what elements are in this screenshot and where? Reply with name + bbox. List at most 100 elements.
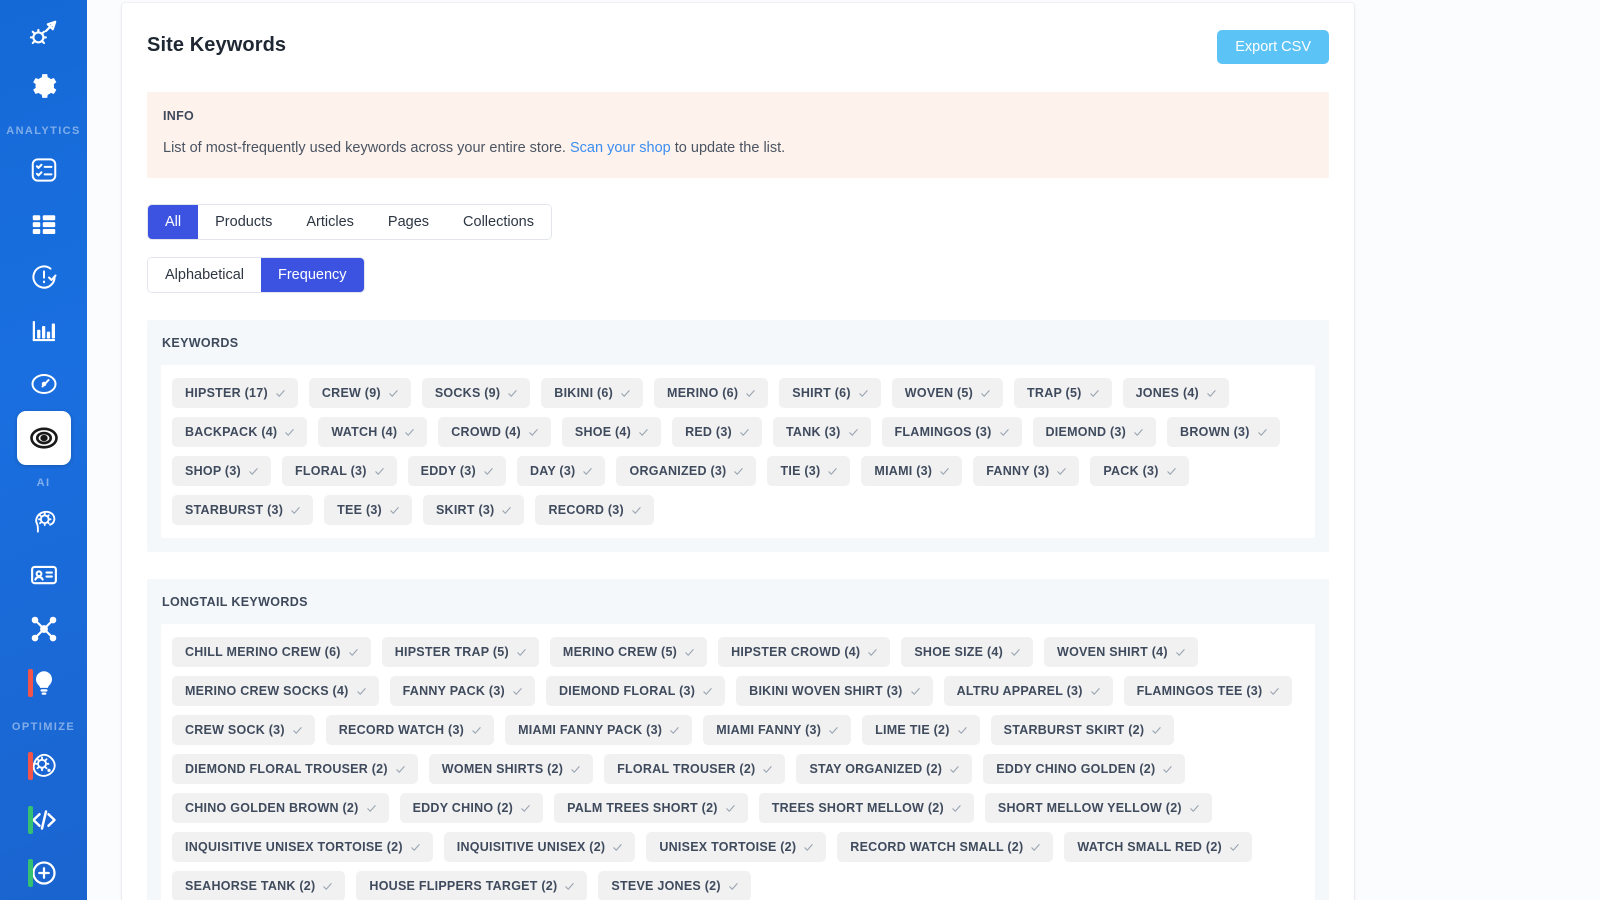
check-icon[interactable]: [999, 427, 1010, 438]
keyword-pill[interactable]: CHILL MERINO CREW (6): [172, 637, 371, 668]
check-icon[interactable]: [612, 842, 623, 853]
check-icon[interactable]: [528, 427, 539, 438]
check-icon[interactable]: [867, 647, 878, 658]
keyword-pill[interactable]: TRAP (5): [1014, 378, 1112, 409]
keyword-pill[interactable]: SHOP (3): [172, 456, 271, 487]
keyword-pill[interactable]: SKIRT (3): [422, 495, 525, 526]
sidebar-item-code[interactable]: [0, 793, 87, 847]
check-icon[interactable]: [389, 505, 400, 516]
keyword-pill[interactable]: EDDY (3): [407, 456, 506, 487]
keyword-pill[interactable]: DAY (3): [516, 456, 606, 487]
check-icon[interactable]: [702, 686, 713, 697]
keyword-pill[interactable]: PALM TREES SHORT (2): [554, 793, 748, 824]
check-icon[interactable]: [248, 466, 259, 477]
check-icon[interactable]: [1229, 842, 1240, 853]
check-icon[interactable]: [762, 764, 773, 775]
check-icon[interactable]: [1056, 466, 1067, 477]
keyword-pill[interactable]: HIPSTER TRAP (5): [381, 637, 539, 668]
sidebar-item-reports[interactable]: [0, 197, 87, 251]
check-icon[interactable]: [669, 725, 680, 736]
keyword-pill[interactable]: UNISEX TORTOISE (2): [646, 832, 827, 863]
check-icon[interactable]: [949, 764, 960, 775]
keyword-pill[interactable]: STARBURST SKIRT (2): [990, 715, 1175, 746]
keyword-pill[interactable]: CROWD (4): [438, 417, 551, 448]
check-icon[interactable]: [564, 881, 575, 892]
check-icon[interactable]: [939, 466, 950, 477]
check-icon[interactable]: [356, 686, 367, 697]
keyword-pill[interactable]: EDDY CHINO (2): [399, 793, 544, 824]
keyword-pill[interactable]: CREW SOCK (3): [172, 715, 315, 746]
keyword-pill[interactable]: STEVE JONES (2): [598, 871, 751, 900]
check-icon[interactable]: [1269, 686, 1280, 697]
tab-products[interactable]: Products: [198, 205, 290, 240]
check-icon[interactable]: [803, 842, 814, 853]
tab-collections[interactable]: Collections: [446, 205, 551, 240]
keyword-pill[interactable]: MERINO (6): [654, 378, 769, 409]
sidebar-item-network[interactable]: [0, 602, 87, 656]
check-icon[interactable]: [1175, 647, 1186, 658]
check-icon[interactable]: [848, 427, 859, 438]
check-icon[interactable]: [980, 388, 991, 399]
check-icon[interactable]: [290, 505, 301, 516]
keyword-pill[interactable]: JONES (4): [1122, 378, 1229, 409]
check-icon[interactable]: [404, 427, 415, 438]
keyword-pill[interactable]: WATCH SMALL RED (2): [1064, 832, 1252, 863]
sort-alphabetical[interactable]: Alphabetical: [148, 258, 261, 293]
keyword-pill[interactable]: WOVEN (5): [891, 378, 1004, 409]
check-icon[interactable]: [388, 388, 399, 399]
check-icon[interactable]: [684, 647, 695, 658]
keyword-pill[interactable]: CREW (9): [308, 378, 411, 409]
check-icon[interactable]: [951, 803, 962, 814]
check-icon[interactable]: [725, 803, 736, 814]
keyword-pill[interactable]: BIKINI WOVEN SHIRT (3): [736, 676, 933, 707]
keyword-pill[interactable]: BACKPACK (4): [172, 417, 308, 448]
check-icon[interactable]: [284, 427, 295, 438]
sidebar-item-more[interactable]: [0, 847, 87, 900]
keyword-pill[interactable]: STAY ORGANIZED (2): [796, 754, 973, 785]
sidebar-item-checklist[interactable]: [0, 143, 87, 197]
check-icon[interactable]: [516, 647, 527, 658]
check-icon[interactable]: [275, 388, 286, 399]
keyword-pill[interactable]: RECORD WATCH (3): [325, 715, 495, 746]
check-icon[interactable]: [631, 505, 642, 516]
keyword-pill[interactable]: TREES SHORT MELLOW (2): [758, 793, 974, 824]
check-icon[interactable]: [1151, 725, 1162, 736]
check-icon[interactable]: [1133, 427, 1144, 438]
check-icon[interactable]: [728, 881, 739, 892]
check-icon[interactable]: [1189, 803, 1200, 814]
keyword-pill[interactable]: LIME TIE (2): [862, 715, 980, 746]
tab-pages[interactable]: Pages: [370, 205, 447, 240]
sidebar-item-alerts[interactable]: [0, 250, 87, 304]
tab-articles[interactable]: Articles: [289, 205, 371, 240]
check-icon[interactable]: [512, 686, 523, 697]
keyword-pill[interactable]: FLORAL (3): [281, 456, 397, 487]
check-icon[interactable]: [957, 725, 968, 736]
keyword-pill[interactable]: INQUISITIVE UNISEX TORTOISE (2): [172, 832, 433, 863]
check-icon[interactable]: [858, 388, 869, 399]
check-icon[interactable]: [1090, 686, 1101, 697]
check-icon[interactable]: [582, 466, 593, 477]
keyword-pill[interactable]: TEE (3): [324, 495, 412, 526]
keyword-pill[interactable]: INQUISITIVE UNISEX (2): [443, 832, 636, 863]
keyword-pill[interactable]: WOVEN SHIRT (4): [1044, 637, 1198, 668]
check-icon[interactable]: [322, 881, 333, 892]
keyword-pill[interactable]: CHINO GOLDEN BROWN (2): [172, 793, 389, 824]
check-icon[interactable]: [1162, 764, 1173, 775]
sidebar-item-ai-engine[interactable]: [0, 495, 87, 549]
check-icon[interactable]: [1089, 388, 1100, 399]
check-icon[interactable]: [395, 764, 406, 775]
check-icon[interactable]: [910, 686, 921, 697]
check-icon[interactable]: [745, 388, 756, 399]
keyword-pill[interactable]: RECORD (3): [535, 495, 654, 526]
keyword-pill[interactable]: MIAMI FANNY (3): [703, 715, 852, 746]
keyword-pill[interactable]: FANNY PACK (3): [389, 676, 535, 707]
keyword-pill[interactable]: HOUSE FLIPPERS TARGET (2): [356, 871, 588, 900]
keyword-pill[interactable]: RED (3): [672, 417, 762, 448]
keyword-pill[interactable]: RECORD WATCH SMALL (2): [837, 832, 1054, 863]
keyword-pill[interactable]: MIAMI (3): [861, 456, 963, 487]
check-icon[interactable]: [739, 427, 750, 438]
keyword-pill[interactable]: DIEMOND FLORAL (3): [545, 676, 726, 707]
sidebar-item-settings[interactable]: [0, 60, 87, 114]
keyword-pill[interactable]: WOMEN SHIRTS (2): [428, 754, 594, 785]
sidebar-item-statistics[interactable]: [0, 304, 87, 358]
